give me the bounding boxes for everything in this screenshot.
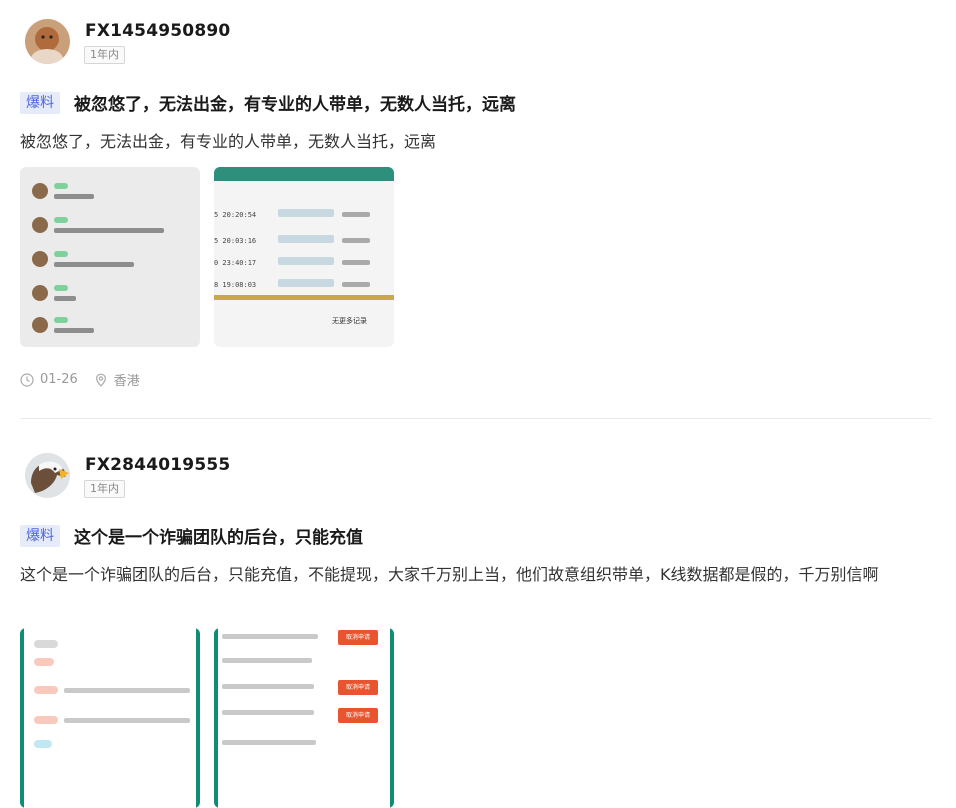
post-location: 香港 [94, 370, 140, 389]
chat-screenshot-thumbnail[interactable] [20, 167, 200, 347]
time-badge: 1年内 [84, 46, 125, 64]
clock-icon [20, 372, 34, 387]
cancel-request-button[interactable]: 取消申请 [338, 708, 378, 723]
table-row-time: 5 20:20:54 [214, 211, 257, 219]
username[interactable]: FX2844019555 [85, 455, 230, 475]
no-more-records-label: 无更多记录 [332, 317, 367, 325]
location-text: 香港 [113, 374, 140, 389]
time-badge: 1年内 [84, 480, 125, 498]
image-gallery: 5 20:20:54 5 20:03:16 0 23:40:17 8 19:08… [20, 167, 394, 347]
table-row-time: 8 19:08:03 [214, 281, 257, 289]
post-body: 这个是一个诈骗团队的后台，只能充值，不能提现，大家千万别上当，他们故意组织带单，… [20, 565, 879, 584]
date-text: 01-26 [40, 372, 78, 387]
post-title[interactable]: 被忽悠了，无法出金，有专业的人带单，无数人当托，远离 [74, 90, 516, 115]
cancel-request-button[interactable]: 取消申请 [338, 680, 378, 695]
table-row-time: 5 20:03:16 [214, 237, 257, 245]
location-pin-icon [95, 373, 106, 387]
post-date: 01-26 [20, 372, 78, 387]
table-row-time: 0 23:40:17 [214, 259, 257, 267]
post-divider [20, 418, 932, 419]
post-feed: FX1454950890 1年内 爆料 被忽悠了，无法出金，有专业的人带单，无数… [0, 0, 956, 808]
admin-screenshot-thumbnail[interactable] [20, 628, 200, 808]
image-gallery: 取消申请 取消申请 取消申请 [20, 628, 394, 808]
category-tag: 爆料 [20, 524, 60, 547]
username[interactable]: FX1454950890 [85, 21, 230, 41]
post-body: 被忽悠了，无法出金，有专业的人带单，无数人当托，远离 [20, 132, 437, 151]
record-table-thumbnail[interactable]: 5 20:20:54 5 20:03:16 0 23:40:17 8 19:08… [214, 167, 394, 347]
user-avatar[interactable] [25, 19, 70, 64]
cancel-request-button[interactable]: 取消申请 [338, 630, 378, 645]
post-meta: 01-26 香港 [20, 370, 156, 389]
post-title-row: 爆料 这个是一个诈骗团队的后台，只能充值 [20, 523, 363, 548]
withdraw-screenshot-thumbnail[interactable]: 取消申请 取消申请 取消申请 [214, 628, 394, 808]
post-title[interactable]: 这个是一个诈骗团队的后台，只能充值 [74, 523, 363, 548]
category-tag: 爆料 [20, 91, 60, 114]
post-title-row: 爆料 被忽悠了，无法出金，有专业的人带单，无数人当托，远离 [20, 90, 516, 115]
user-avatar[interactable] [25, 453, 70, 498]
